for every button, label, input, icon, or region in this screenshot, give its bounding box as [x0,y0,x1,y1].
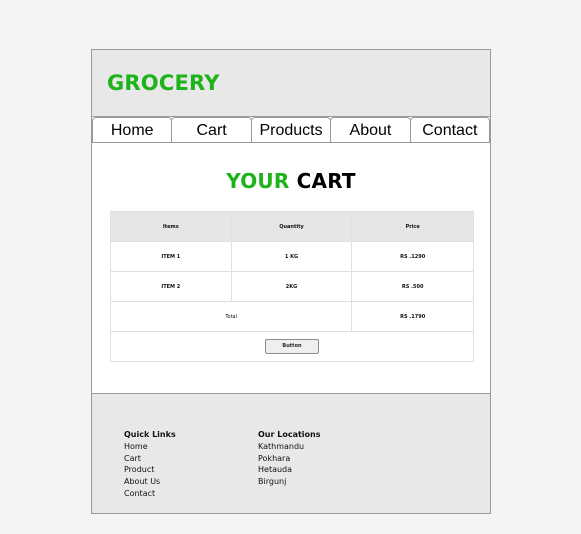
nav-item-products[interactable]: Products [250,117,332,143]
item-quantity-cell: 2KG [230,271,353,302]
total-label: Total [109,301,353,332]
item-price-cell: RS .500 [351,271,474,302]
column-header-price: Price [351,211,474,242]
page-container: GROCERY Home Cart Products About Contact… [91,49,491,514]
quick-links-section: Quick Links Home Cart Product About Us C… [124,429,176,499]
footer-link-product[interactable]: Product [124,464,176,476]
column-header-quantity: Quantity [230,211,353,242]
location-kathmandu[interactable]: Kathmandu [258,441,320,453]
page-title: YOUR CART [92,169,490,193]
site-footer: Quick Links Home Cart Product About Us C… [92,393,490,513]
column-header-items: Items [110,211,232,242]
table-row: ITEM 1 1 KG RS .1290 [110,241,474,272]
page-title-second-word: CART [296,169,356,193]
table-row: ITEM 2 2KG RS .500 [110,271,474,302]
nav-item-about[interactable]: About [330,117,411,143]
location-birgunj[interactable]: Birgunj [258,476,320,488]
site-header: GROCERY [92,50,490,117]
item-quantity-cell: 1 KG [230,241,353,272]
footer-link-contact[interactable]: Contact [124,488,176,500]
button-row: Button [110,331,474,362]
footer-link-home[interactable]: Home [124,441,176,453]
table-header-row: Items Quantity Price [110,211,474,242]
footer-link-about-us[interactable]: About Us [124,476,176,488]
button-cell: Button [110,331,474,362]
footer-link-cart[interactable]: Cart [124,453,176,465]
nav-item-cart[interactable]: Cart [171,117,252,143]
page-title-first-word: YOUR [226,169,290,193]
location-hetauda[interactable]: Hetauda [258,464,320,476]
item-name-cell: ITEM 1 [110,241,232,272]
item-price-cell: RS .1290 [351,241,474,272]
nav-item-contact[interactable]: Contact [409,117,491,143]
brand-logo[interactable]: GROCERY [107,71,220,95]
quick-links-heading: Quick Links [124,430,176,439]
location-pokhara[interactable]: Pokhara [258,453,320,465]
total-value: RS .1790 [351,301,474,332]
cart-table: Items Quantity Price ITEM 1 1 KG RS .129… [109,211,474,362]
item-name-cell: ITEM 2 [110,271,232,302]
nav-item-home[interactable]: Home [92,117,173,143]
locations-heading: Our Locations [258,430,321,439]
total-row: Total RS .1790 [109,301,474,332]
locations-section: Our Locations Kathmandu Pokhara Hetauda … [258,429,320,488]
cart-action-button[interactable]: Button [265,339,319,354]
main-nav: Home Cart Products About Contact [92,117,491,143]
